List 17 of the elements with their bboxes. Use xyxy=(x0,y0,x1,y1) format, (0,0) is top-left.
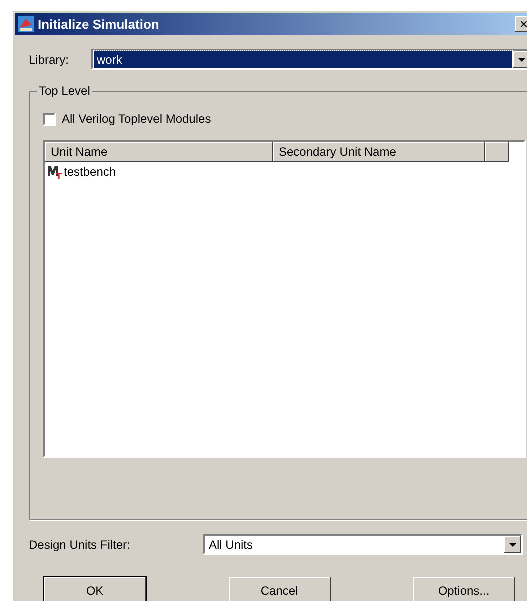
filter-dropdown[interactable]: All Units xyxy=(203,534,523,555)
library-label: Library: xyxy=(29,52,70,66)
close-button[interactable]: × xyxy=(515,16,527,32)
unit-name[interactable]: testbench xyxy=(64,165,116,179)
dialog-button[interactable]: Cancel xyxy=(228,577,330,601)
checkbox[interactable] xyxy=(43,112,56,126)
window-title: Initialize Simulation xyxy=(38,16,160,32)
group-title: Top Level xyxy=(38,84,92,98)
filter-label: Design Units Filter: xyxy=(29,538,132,552)
app-icon xyxy=(18,16,34,32)
dialog-button[interactable]: Options... xyxy=(413,577,515,601)
library-dropdown[interactable]: work xyxy=(91,49,527,70)
module-icon xyxy=(47,165,63,179)
dialog-button[interactable]: OK xyxy=(44,577,146,601)
column-header[interactable]: Secondary Unit Name xyxy=(273,142,485,162)
column-header[interactable]: Unit Name xyxy=(45,142,273,162)
checkbox-label: All Verilog Toplevel Modules xyxy=(62,112,212,126)
